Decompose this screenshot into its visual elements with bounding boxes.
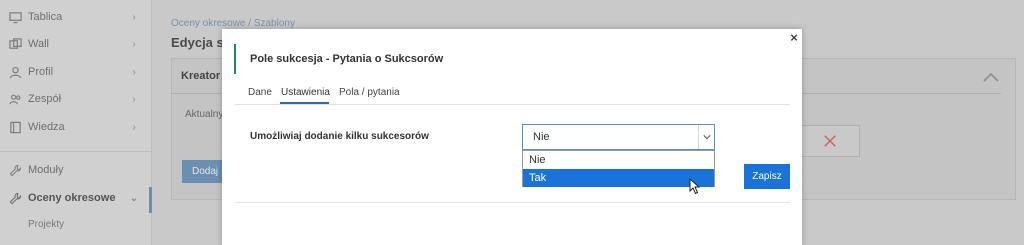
chevron-right-icon: ›	[132, 38, 136, 50]
chevron-right-icon: ›	[132, 66, 136, 78]
field-label: Umożliwiaj dodanie kilku sukcesorów	[250, 131, 429, 142]
mouse-cursor-icon	[689, 178, 701, 195]
sidebar-item-label: Oceny okresowe	[28, 192, 116, 204]
chevron-down-icon: ⌄	[129, 192, 139, 204]
active-tab-indicator	[280, 102, 329, 104]
cards-icon	[8, 37, 22, 51]
modal-title-accent	[234, 44, 236, 74]
sidebar-item-label: Wall	[28, 38, 49, 50]
select-dropdown-list: Nie Tak	[522, 150, 715, 187]
wrench-icon	[8, 191, 22, 205]
tabs-divider	[235, 104, 790, 105]
sidebar: Tablica › Wall › Profil › Zespół › Wiedz…	[0, 0, 152, 245]
chevron-up-icon[interactable]	[982, 70, 1000, 84]
panel-title: Kreator	[181, 70, 221, 82]
close-icon	[824, 135, 836, 147]
chevron-right-icon: ›	[132, 121, 136, 133]
tab-ustawienia[interactable]: Ustawienia	[281, 87, 330, 98]
book-icon	[8, 120, 22, 134]
sidebar-item-label: Moduły	[28, 164, 64, 176]
sidebar-item-wall[interactable]: Wall ›	[0, 29, 152, 59]
monitor-icon	[8, 10, 22, 24]
breadcrumb: Oceny okresowe / Szablony	[171, 18, 295, 29]
sidebar-item-profil[interactable]: Profil ›	[0, 57, 152, 87]
select-value: Nie	[533, 131, 550, 143]
tab-dane[interactable]: Dane	[248, 87, 272, 98]
breadcrumb-link[interactable]: Oceny okresowe	[171, 18, 245, 29]
sidebar-subitem-projekty[interactable]: Projekty	[28, 219, 64, 230]
tab-pola-pytania[interactable]: Pola / pytania	[339, 87, 400, 98]
multiple-successors-select[interactable]: Nie	[522, 124, 715, 150]
close-icon[interactable]: ×	[787, 31, 801, 45]
chevron-right-icon: ›	[132, 11, 136, 23]
wrench-icon	[8, 163, 22, 177]
team-icon	[8, 92, 22, 106]
sidebar-item-moduly[interactable]: Moduły	[0, 155, 152, 185]
sidebar-item-label: Tablica	[28, 11, 63, 23]
remove-box[interactable]	[800, 125, 860, 157]
sidebar-item-wiedza[interactable]: Wiedza ›	[0, 112, 152, 142]
add-button[interactable]: Dodaj	[182, 160, 222, 183]
sidebar-item-label: Wiedza	[28, 121, 65, 133]
select-option-nie[interactable]: Nie	[523, 151, 714, 169]
select-option-tak[interactable]: Tak	[523, 169, 714, 187]
sidebar-item-label: Profil	[28, 66, 54, 78]
breadcrumb-current: Szablony	[253, 18, 295, 29]
sidebar-item-label: Zespół	[28, 93, 62, 105]
save-button[interactable]: Zapisz	[744, 164, 790, 189]
chevron-right-icon: ›	[132, 93, 136, 105]
panel-label: Aktualny	[185, 109, 224, 120]
chevron-down-icon[interactable]	[698, 125, 714, 149]
user-icon	[8, 65, 22, 79]
sidebar-item-zespol[interactable]: Zespół ›	[0, 84, 152, 114]
modal-title: Pole sukcesja - Pytania o Sukcsorów	[250, 53, 444, 65]
modal-footer-divider	[235, 202, 790, 203]
sidebar-item-tablica[interactable]: Tablica ›	[0, 2, 152, 32]
sidebar-divider	[0, 151, 152, 152]
sidebar-item-oceny-okresowe[interactable]: Oceny okresowe ⌄	[0, 183, 152, 213]
